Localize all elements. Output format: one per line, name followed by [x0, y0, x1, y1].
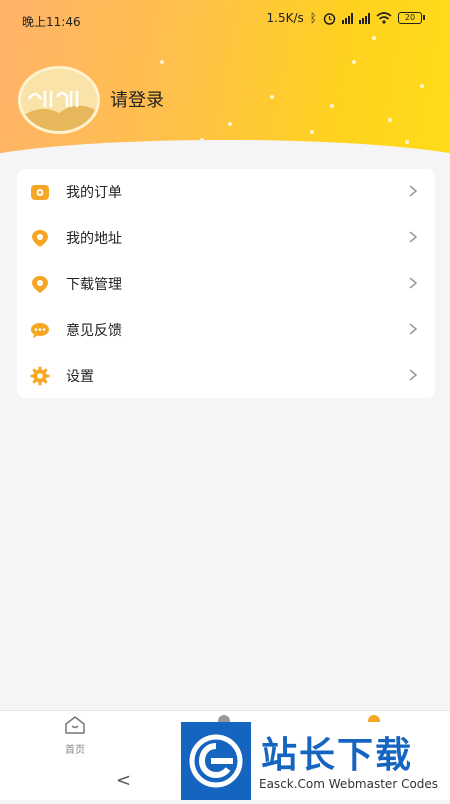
wifi-icon [376, 12, 392, 24]
chevron-right-icon [409, 277, 418, 289]
feedback-icon [31, 323, 49, 338]
signal-icon-1 [342, 12, 353, 24]
location-icon [32, 230, 48, 247]
menu-item-downloads[interactable]: 下载管理 [17, 261, 435, 307]
chevron-right-icon [409, 231, 418, 243]
watermark-title: 站长下载 [261, 735, 414, 776]
network-speed: 1.5K/s [266, 11, 304, 25]
status-bar: 晚上11:46 1.5K/s ᛒ 20 [0, 0, 450, 40]
watermark: 站长下载 Easck.Com Webmaster Codes [181, 722, 450, 800]
status-time: 晚上11:46 [22, 15, 81, 29]
back-nav-icon[interactable]: < [116, 770, 131, 791]
watermark-subtitle: Easck.Com Webmaster Codes [259, 777, 439, 791]
menu-item-address[interactable]: 我的地址 [17, 215, 435, 261]
signal-icon-2 [359, 12, 370, 24]
menu-item-label: 意见反馈 [66, 323, 122, 339]
menu-item-label: 设置 [66, 369, 94, 385]
login-link[interactable]: 请登录 [110, 86, 164, 112]
menu-item-label: 我的地址 [66, 231, 122, 247]
menu-item-settings[interactable]: 设置 [17, 353, 435, 399]
menu-item-label: 下载管理 [66, 277, 122, 293]
menu-item-label: 我的订单 [66, 185, 122, 201]
watermark-logo [181, 722, 251, 800]
status-indicators: 1.5K/s ᛒ 20 [266, 11, 425, 25]
order-icon [31, 185, 49, 200]
bluetooth-icon: ᛒ [309, 11, 317, 25]
menu-item-orders[interactable]: 我的订单 [17, 169, 435, 215]
avatar[interactable] [18, 66, 100, 134]
chevron-right-icon [409, 185, 418, 197]
menu-card: 我的订单 我的地址 下载管理 意见反馈 设置 [17, 169, 435, 398]
chevron-right-icon [409, 323, 418, 335]
battery-icon: 20 [398, 12, 425, 24]
menu-item-feedback[interactable]: 意见反馈 [17, 307, 435, 353]
tab-home[interactable]: 首页 [50, 715, 100, 759]
tab-home-label: 首页 [65, 745, 85, 756]
alarm-icon [323, 12, 336, 25]
gear-icon [30, 366, 50, 386]
download-icon [32, 276, 48, 293]
chevron-right-icon [409, 369, 418, 381]
home-icon [65, 716, 85, 734]
avatar-image [21, 69, 97, 131]
